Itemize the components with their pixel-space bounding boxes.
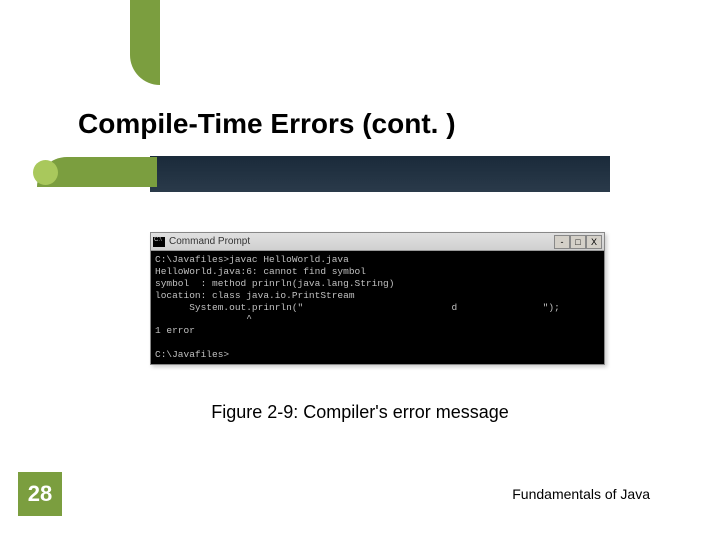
maximize-button[interactable]: □ xyxy=(570,235,586,249)
footer-text: Fundamentals of Java xyxy=(512,486,650,502)
terminal-line: ^ xyxy=(155,313,252,324)
window-titlebar: Command Prompt - □ X xyxy=(151,233,604,251)
terminal-line: symbol : method prinrln(java.lang.String… xyxy=(155,278,394,289)
window-title-area: Command Prompt xyxy=(153,236,250,247)
page-number-badge: 28 xyxy=(18,472,62,516)
terminal-line: System.out.prinrln(" d "); xyxy=(155,302,560,313)
terminal-line: 1 error xyxy=(155,325,195,336)
figure-caption: Figure 2-9: Compiler's error message xyxy=(0,402,720,423)
close-button[interactable]: X xyxy=(586,235,602,249)
minimize-button[interactable]: - xyxy=(554,235,570,249)
accent-decoration-top xyxy=(130,0,160,85)
title-underline-bar xyxy=(150,156,610,192)
terminal-line: C:\Javafiles> xyxy=(155,349,229,360)
slide-title: Compile-Time Errors (cont. ) xyxy=(78,108,456,140)
terminal-line: HelloWorld.java:6: cannot find symbol xyxy=(155,266,366,277)
terminal-line: location: class java.io.PrintStream xyxy=(155,290,355,301)
accent-dot xyxy=(33,160,58,185)
command-prompt-window: Command Prompt - □ X C:\Javafiles>javac … xyxy=(150,232,605,365)
figure-command-prompt: Command Prompt - □ X C:\Javafiles>javac … xyxy=(150,232,605,365)
window-controls: - □ X xyxy=(554,235,602,249)
command-prompt-icon xyxy=(153,237,165,247)
terminal-output: C:\Javafiles>javac HelloWorld.java Hello… xyxy=(151,251,604,364)
window-title-text: Command Prompt xyxy=(169,236,250,247)
terminal-line: C:\Javafiles>javac HelloWorld.java xyxy=(155,254,349,265)
